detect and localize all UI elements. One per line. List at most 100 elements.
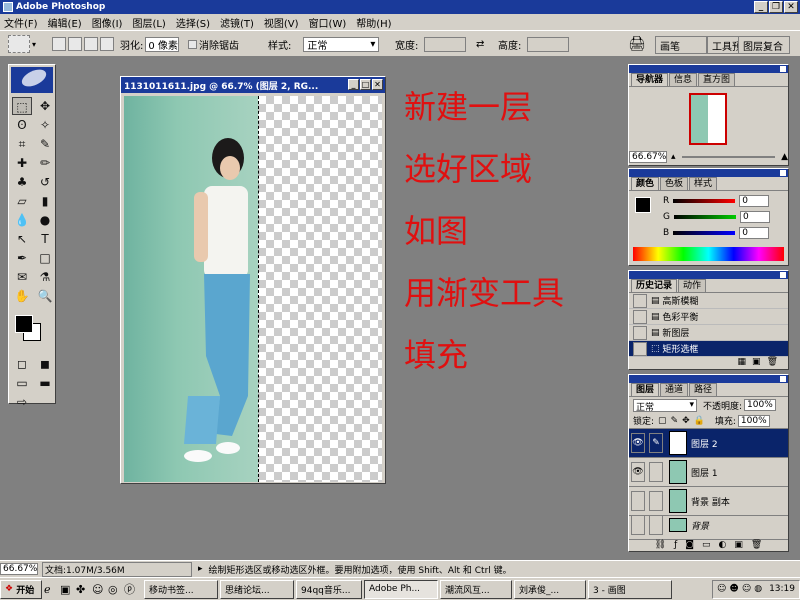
path-select-icon[interactable]: ↖ — [12, 230, 32, 248]
slice-icon[interactable]: ✎ — [35, 135, 55, 153]
tab-color[interactable]: 颜色 — [631, 177, 660, 190]
quicklaunch-qq-icon[interactable]: ☺ — [92, 583, 108, 596]
type-icon[interactable]: T — [35, 230, 55, 248]
jump-to-imageready-icon[interactable]: ⇨ — [12, 393, 32, 411]
status-arrow-icon[interactable]: ▸ — [198, 564, 203, 574]
subtract-selection-icon[interactable] — [84, 37, 98, 51]
navigator-panel-header[interactable] — [629, 65, 788, 73]
style-select[interactable]: 正常 ▾ — [303, 36, 380, 52]
history-item[interactable]: ▤ 高斯模糊 — [629, 293, 788, 309]
doc-minimize-button[interactable]: _ — [348, 79, 359, 90]
taskbar-item[interactable]: 潮流风互... — [440, 579, 512, 599]
tab-info[interactable]: 信息 — [669, 73, 698, 86]
layer-row[interactable]: 👁 图层 1 — [629, 458, 788, 487]
taskbar-item-active[interactable]: Adobe Ph... — [364, 579, 438, 599]
zoom-slider[interactable] — [681, 156, 776, 158]
layer-style-icon[interactable]: ƒ — [674, 540, 677, 551]
green-value[interactable]: 0 — [739, 211, 770, 223]
history-item-selected[interactable]: ⬚ 矩形选框 — [629, 341, 788, 357]
link-layers-icon[interactable]: ⛓ — [655, 540, 666, 551]
antialias-checkbox[interactable] — [188, 39, 197, 49]
tab-histogram[interactable]: 直方图 — [698, 73, 736, 86]
quicklaunch-media-icon[interactable]: ◎ — [108, 583, 124, 596]
height-input[interactable] — [527, 36, 570, 52]
new-document-icon[interactable]: ▣ — [752, 357, 761, 369]
brush-icon[interactable]: ✏ — [35, 154, 55, 172]
eye-icon[interactable]: 👁 — [631, 462, 645, 482]
link-slot[interactable] — [649, 462, 663, 482]
history-item[interactable]: ▤ 色彩平衡 — [629, 309, 788, 325]
tool-preset-picker[interactable]: ▾ — [8, 34, 36, 54]
layer-row[interactable]: 背景 副本 — [629, 487, 788, 516]
shape-icon[interactable]: □ — [35, 249, 55, 267]
link-slot[interactable] — [649, 491, 663, 511]
history-item[interactable]: ▤ 新图层 — [629, 325, 788, 341]
quicklaunch-browser-icon[interactable]: ⓟ — [124, 581, 140, 597]
menu-filter[interactable]: 滤镜(T) — [220, 15, 254, 30]
tab-history[interactable]: 历史记录 — [631, 279, 678, 292]
tray-network-icon[interactable]: ◍ — [754, 584, 762, 594]
color-fg-swatch[interactable] — [635, 197, 651, 213]
intersect-selection-icon[interactable] — [100, 37, 114, 51]
opacity-input[interactable]: 100% — [744, 399, 776, 411]
blend-mode-select[interactable]: 正常 ▾ — [633, 398, 697, 413]
new-selection-icon[interactable] — [52, 37, 66, 51]
navigator-preview[interactable] — [629, 87, 788, 151]
link-slot[interactable] — [649, 515, 663, 535]
blue-value[interactable]: 0 — [739, 227, 770, 239]
new-snapshot-icon[interactable]: ▦ — [738, 357, 747, 369]
tab-actions[interactable]: 动作 — [678, 279, 707, 292]
magic-wand-icon[interactable]: ✧ — [35, 116, 55, 134]
lock-move-icon[interactable]: ✥ — [682, 416, 690, 426]
fill-input[interactable]: 100% — [737, 414, 770, 427]
tab-paths[interactable]: 路径 — [689, 383, 718, 396]
swap-icon[interactable]: ⇄ — [476, 39, 484, 50]
blur-icon[interactable]: 💧 — [12, 211, 32, 229]
layer-mask-icon[interactable]: ◙ — [685, 540, 694, 551]
taskbar-item[interactable]: 移动书签... — [144, 579, 218, 599]
standard-mode-icon[interactable]: ◻ — [12, 355, 32, 373]
menu-layer[interactable]: 图层(L) — [132, 15, 165, 30]
menu-file[interactable]: 文件(F) — [4, 15, 38, 30]
menu-window[interactable]: 窗口(W) — [309, 15, 347, 30]
move-icon[interactable]: ✥ — [35, 97, 55, 115]
eye-slot[interactable] — [631, 491, 645, 511]
tab-styles[interactable]: 样式 — [689, 177, 718, 190]
start-button[interactable]: ❖ 开始 — [0, 579, 42, 599]
add-selection-icon[interactable] — [68, 37, 82, 51]
lasso-icon[interactable]: ʘ — [12, 116, 32, 134]
green-slider[interactable] — [673, 215, 736, 219]
gradient-icon[interactable]: ▮ — [35, 192, 55, 210]
lock-paint-icon[interactable]: ✎ — [671, 416, 679, 426]
file-browser-icon[interactable]: 🖨 — [628, 36, 646, 52]
zoom-out-icon[interactable]: ▴ — [671, 152, 676, 162]
close-button[interactable]: ✕ — [784, 1, 798, 13]
menu-view[interactable]: 视图(V) — [264, 15, 299, 30]
color-ramp[interactable] — [633, 247, 784, 261]
tray-qq-icon[interactable]: ☺ — [717, 584, 726, 594]
doc-close-button[interactable]: ✕ — [372, 79, 383, 90]
tab-channels[interactable]: 通道 — [660, 383, 689, 396]
screen-mode-icon[interactable]: ▭ — [12, 374, 32, 392]
tab-navigator[interactable]: 导航器 — [631, 73, 669, 86]
fullscreen-mode-icon[interactable]: ▬ — [35, 374, 55, 392]
menu-help[interactable]: 帮助(H) — [356, 15, 391, 30]
history-brush-icon[interactable]: ↺ — [35, 173, 55, 191]
quicklaunch-ie-icon[interactable]: ℯ — [44, 583, 60, 596]
tray-user-icon[interactable]: ☺ — [742, 584, 751, 594]
layer-set-icon[interactable]: ▭ — [702, 540, 711, 551]
quick-mask-icon[interactable]: ◼ — [35, 355, 55, 373]
status-zoom[interactable]: 66.67% — [0, 563, 38, 575]
zoom-icon[interactable]: 🔍 — [35, 287, 55, 305]
red-value[interactable]: 0 — [739, 195, 770, 207]
marquee-icon[interactable]: ⬚ — [12, 97, 32, 115]
layer-row-selected[interactable]: 👁 ✎ 图层 2 — [629, 429, 788, 458]
taskbar-item[interactable]: 思绪论坛... — [220, 579, 294, 599]
delete-layer-icon[interactable]: 🗑 — [751, 540, 762, 551]
clone-stamp-icon[interactable]: ♣ — [12, 173, 32, 191]
foreground-color-swatch[interactable] — [15, 315, 33, 333]
width-input[interactable] — [424, 36, 467, 52]
lock-transparency-icon[interactable]: ▢ — [658, 416, 667, 426]
history-panel-header[interactable] — [629, 271, 788, 279]
eye-icon[interactable]: 👁 — [631, 433, 645, 453]
